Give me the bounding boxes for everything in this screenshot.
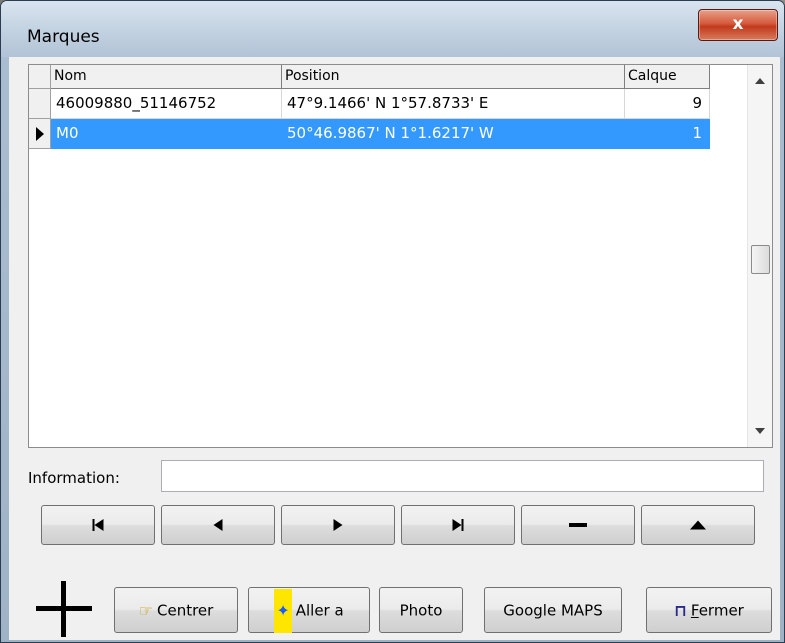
next-record-button[interactable] [281, 505, 395, 545]
arrow-up-icon [755, 78, 765, 84]
fermer-button[interactable]: ⊓ Fermer [646, 587, 772, 633]
delete-record-button[interactable] [521, 505, 635, 545]
pointing-hand-icon: ☞ [138, 600, 153, 620]
running-man-icon: ✦ [274, 588, 292, 633]
centrer-label: Centrer [157, 601, 214, 620]
fermer-label: Fermer [691, 602, 744, 620]
scroll-thumb[interactable] [751, 245, 770, 274]
fermer-accelerator: F [690, 601, 699, 620]
information-label: Information: [28, 469, 120, 487]
marks-grid[interactable]: Nom Position Calque 46009880_51146752 47… [28, 64, 773, 448]
photo-button[interactable]: Photo [379, 587, 463, 633]
skip-last-icon [452, 519, 464, 531]
scroll-up-button[interactable] [748, 71, 772, 91]
cell-position[interactable]: 47°9.1466' N 1°57.8733' E [282, 89, 625, 119]
last-record-button[interactable] [401, 505, 515, 545]
table-row[interactable]: 46009880_51146752 47°9.1466' N 1°57.8733… [29, 89, 737, 119]
title-bar[interactable]: Marques x [1, 1, 784, 57]
triangle-left-icon [213, 519, 223, 531]
row-indicator[interactable] [29, 89, 51, 119]
arrow-down-icon [755, 428, 765, 434]
column-header-nom[interactable]: Nom [51, 65, 282, 89]
close-button[interactable]: x [698, 9, 778, 41]
edit-record-button[interactable] [641, 505, 755, 545]
triangle-up-icon [690, 520, 706, 530]
fermer-label-rest: ermer [698, 601, 744, 620]
google-maps-label: Google MAPS [503, 601, 603, 620]
cell-calque[interactable]: 9 [625, 89, 710, 119]
prior-record-button[interactable] [161, 505, 275, 545]
grid-header: Nom Position Calque [29, 65, 737, 89]
cell-calque[interactable]: 1 [625, 119, 710, 149]
aller-a-button[interactable]: ✦ Aller a [248, 587, 370, 633]
centrer-button[interactable]: ☞ Centrer [114, 587, 238, 633]
crosshair-icon[interactable] [36, 581, 92, 637]
photo-label: Photo [399, 601, 443, 620]
table-row-selected[interactable]: M0 50°46.9867' N 1°1.6217' W 1 [29, 119, 737, 149]
first-record-button[interactable] [41, 505, 155, 545]
cell-position[interactable]: 50°46.9867' N 1°1.6217' W [282, 119, 625, 149]
column-header-calque[interactable]: Calque [625, 65, 710, 89]
exit-door-icon: ⊓ [674, 600, 687, 620]
client-area: Nom Position Calque 46009880_51146752 47… [9, 57, 780, 640]
column-header-position[interactable]: Position [282, 65, 625, 89]
row-indicator[interactable] [29, 119, 51, 149]
google-maps-button[interactable]: Google MAPS [484, 587, 622, 633]
window-title: Marques [27, 27, 100, 47]
cell-nom[interactable]: 46009880_51146752 [51, 89, 282, 119]
marques-window: Marques x Nom Position Calque 46009880_5… [0, 0, 785, 643]
vertical-scrollbar[interactable] [747, 65, 772, 447]
skip-first-icon [92, 519, 104, 531]
minus-icon [569, 523, 587, 527]
information-field[interactable] [161, 460, 764, 492]
header-indicator-cell [29, 65, 51, 89]
cell-nom[interactable]: M0 [51, 119, 282, 149]
current-row-arrow-icon [36, 127, 44, 141]
aller-a-label: Aller a [295, 601, 344, 620]
scroll-down-button[interactable] [748, 421, 772, 441]
triangle-right-icon [333, 519, 343, 531]
